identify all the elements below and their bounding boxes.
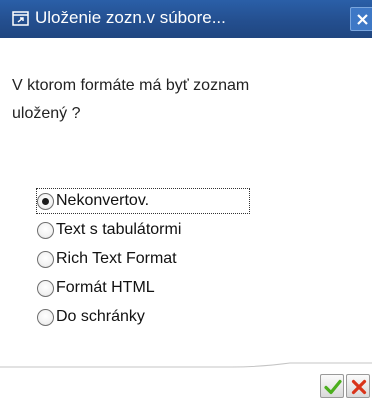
option-text-tab[interactable]: Text s tabulátormi [37,218,277,242]
option-label: Do schránky [56,308,145,325]
question-text: V ktorom formáte má byť zoznam uložený ? [12,77,250,122]
title-bar[interactable]: Uloženie zozn.v súbore... [0,0,372,38]
radio-button[interactable] [37,279,54,297]
option-label: Formát HTML [56,279,155,296]
dialog-title: Uloženie zozn.v súbore... [35,8,226,27]
close-icon [357,14,368,25]
save-list-dialog: Uloženie zozn.v súbore... V ktorom formá… [0,0,372,410]
close-button[interactable] [350,7,372,31]
option-label: Nekonvertov. [56,192,150,209]
option-nekonvertov[interactable]: Nekonvertov. [36,188,250,214]
option-html[interactable]: Formát HTML [37,276,277,300]
cross-icon [351,379,367,395]
option-rich-text[interactable]: Rich Text Format [37,247,277,271]
radio-button[interactable] [37,308,54,326]
radio-button[interactable] [37,221,54,239]
external-window-icon [12,11,29,26]
radio-button[interactable] [37,250,54,268]
ok-button[interactable] [320,374,344,398]
cancel-button[interactable] [346,374,370,398]
option-clipboard[interactable]: Do schránky [37,305,277,329]
footer-divider [0,362,372,368]
checkmark-icon [324,379,342,395]
radio-button-selected[interactable] [37,192,54,210]
option-label: Text s tabulátormi [56,221,182,238]
option-label: Rich Text Format [56,250,177,267]
